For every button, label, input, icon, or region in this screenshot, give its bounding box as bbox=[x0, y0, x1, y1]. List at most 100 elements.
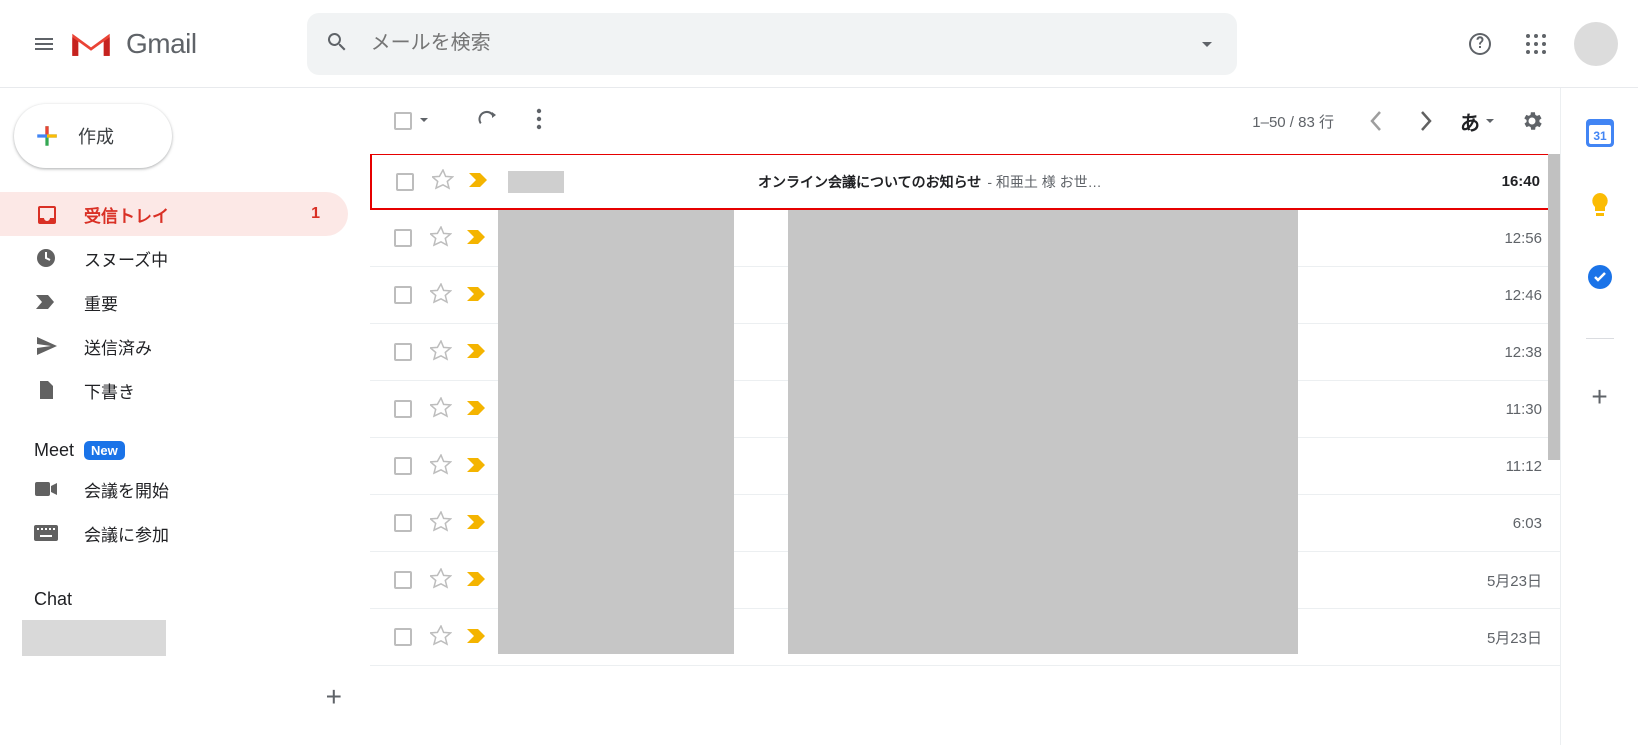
side-panel: 31 + bbox=[1560, 88, 1638, 745]
star-icon[interactable] bbox=[432, 169, 454, 194]
search-icon bbox=[325, 30, 349, 57]
meet-section-label: Meet New bbox=[0, 440, 370, 461]
sidebar-item-label: スヌーズ中 bbox=[84, 246, 168, 271]
keyboard-icon bbox=[34, 521, 58, 545]
row-checkbox[interactable] bbox=[394, 343, 412, 361]
sidebar-item-label: 重要 bbox=[84, 290, 118, 315]
search-bar[interactable] bbox=[307, 13, 1237, 75]
redacted-content-block bbox=[788, 210, 1298, 654]
time-cell: 12:38 bbox=[1504, 344, 1542, 361]
topbar: Gmail bbox=[0, 0, 1638, 88]
time-cell: 6:03 bbox=[1513, 515, 1542, 532]
star-icon[interactable] bbox=[430, 454, 452, 479]
sidebar-item-label: 受信トレイ bbox=[84, 202, 169, 227]
gmail-m-icon bbox=[68, 27, 114, 61]
redacted-sender-block bbox=[498, 210, 734, 654]
important-marker-icon[interactable] bbox=[466, 228, 488, 249]
select-all-dropdown-icon bbox=[418, 113, 430, 129]
gmail-logo[interactable]: Gmail bbox=[68, 27, 197, 61]
sidebar-item-label: 送信済み bbox=[84, 334, 152, 359]
row-checkbox[interactable] bbox=[394, 286, 412, 304]
message-list: オンライン会議についてのお知らせ - 和亜土 様 お世… 16:40 12:56 bbox=[370, 154, 1560, 745]
keep-app-icon[interactable] bbox=[1585, 190, 1615, 220]
star-icon[interactable] bbox=[430, 511, 452, 536]
sidebar-item-sent[interactable]: 送信済み bbox=[0, 324, 370, 368]
list-toolbar: 1–50 / 83 行 あ bbox=[370, 88, 1560, 154]
star-icon[interactable] bbox=[430, 568, 452, 593]
older-button[interactable] bbox=[1410, 105, 1442, 137]
meet-start-button[interactable]: 会議を開始 bbox=[0, 467, 370, 511]
main-menu-button[interactable] bbox=[20, 20, 68, 68]
new-badge: New bbox=[84, 441, 125, 460]
sender-cell bbox=[508, 171, 758, 193]
checkbox-icon bbox=[394, 112, 412, 130]
settings-button[interactable] bbox=[1514, 103, 1550, 139]
star-icon[interactable] bbox=[430, 397, 452, 422]
compose-label: 作成 bbox=[78, 123, 114, 149]
row-checkbox[interactable] bbox=[394, 457, 412, 475]
row-checkbox[interactable] bbox=[394, 229, 412, 247]
search-input[interactable] bbox=[369, 31, 1195, 56]
gmail-logo-text: Gmail bbox=[126, 28, 197, 60]
account-avatar[interactable] bbox=[1574, 22, 1618, 66]
important-marker-icon[interactable] bbox=[466, 399, 488, 420]
calendar-app-icon[interactable]: 31 bbox=[1585, 118, 1615, 148]
get-addons-button[interactable]: + bbox=[1591, 381, 1607, 413]
svg-text:31: 31 bbox=[1593, 129, 1607, 143]
row-checkbox[interactable] bbox=[394, 514, 412, 532]
sidebar-item-snoozed[interactable]: スヌーズ中 bbox=[0, 236, 370, 280]
message-row[interactable]: オンライン会議についてのお知らせ - 和亜土 様 お世… 16:40 bbox=[370, 154, 1560, 210]
draft-icon bbox=[34, 378, 58, 402]
star-icon[interactable] bbox=[430, 625, 452, 650]
search-options-dropdown[interactable] bbox=[1195, 32, 1219, 56]
sidebar-item-important[interactable]: 重要 bbox=[0, 280, 370, 324]
time-cell: 11:30 bbox=[1506, 401, 1542, 418]
side-panel-divider bbox=[1586, 338, 1614, 339]
meet-join-label: 会議に参加 bbox=[84, 521, 169, 546]
important-marker-icon[interactable] bbox=[466, 513, 488, 534]
refresh-button[interactable] bbox=[476, 108, 498, 133]
time-cell: 12:56 bbox=[1504, 230, 1542, 247]
row-checkbox[interactable] bbox=[394, 400, 412, 418]
scrollbar-thumb[interactable] bbox=[1548, 154, 1560, 460]
chat-section-label: Chat bbox=[0, 589, 370, 610]
meet-join-button[interactable]: 会議に参加 bbox=[0, 511, 370, 555]
row-checkbox[interactable] bbox=[394, 571, 412, 589]
row-checkbox[interactable] bbox=[394, 628, 412, 646]
google-apps-button[interactable] bbox=[1518, 26, 1554, 62]
time-cell: 5月23日 bbox=[1487, 570, 1542, 591]
sidebar: 作成 受信トレイ 1 スヌーズ中 重要 bbox=[0, 88, 370, 745]
star-icon[interactable] bbox=[430, 226, 452, 251]
sidebar-item-label: 下書き bbox=[84, 378, 135, 403]
camera-icon bbox=[34, 477, 58, 501]
star-icon[interactable] bbox=[430, 340, 452, 365]
new-chat-button[interactable]: + bbox=[326, 683, 342, 711]
important-marker-icon[interactable] bbox=[466, 456, 488, 477]
sidebar-item-inbox[interactable]: 受信トレイ 1 bbox=[0, 192, 348, 236]
more-button[interactable] bbox=[536, 108, 542, 133]
select-all-checkbox[interactable] bbox=[394, 112, 430, 130]
newer-button[interactable] bbox=[1360, 105, 1392, 137]
clock-icon bbox=[34, 246, 58, 270]
important-marker-icon[interactable] bbox=[466, 342, 488, 363]
time-cell: 16:40 bbox=[1502, 173, 1540, 190]
star-icon[interactable] bbox=[430, 283, 452, 308]
inbox-icon bbox=[34, 202, 58, 226]
time-cell: 12:46 bbox=[1504, 287, 1542, 304]
compose-button[interactable]: 作成 bbox=[14, 104, 172, 168]
pagination-range: 1–50 / 83 行 bbox=[1252, 111, 1334, 132]
important-marker-icon[interactable] bbox=[466, 627, 488, 648]
tasks-app-icon[interactable] bbox=[1585, 262, 1615, 292]
main-pane: 1–50 / 83 行 あ オンライン会議についてのお bbox=[370, 88, 1560, 745]
chevron-down-icon bbox=[1484, 110, 1496, 133]
sidebar-item-drafts[interactable]: 下書き bbox=[0, 368, 370, 412]
support-button[interactable] bbox=[1462, 26, 1498, 62]
input-tools-button[interactable]: あ bbox=[1460, 107, 1496, 136]
meet-start-label: 会議を開始 bbox=[84, 477, 169, 502]
row-checkbox[interactable] bbox=[396, 173, 414, 191]
sent-icon bbox=[34, 334, 58, 358]
subject-cell: オンライン会議についてのお知らせ - 和亜土 様 お世… bbox=[758, 172, 1502, 192]
important-marker-icon[interactable] bbox=[468, 171, 490, 192]
important-marker-icon[interactable] bbox=[466, 285, 488, 306]
important-marker-icon[interactable] bbox=[466, 570, 488, 591]
